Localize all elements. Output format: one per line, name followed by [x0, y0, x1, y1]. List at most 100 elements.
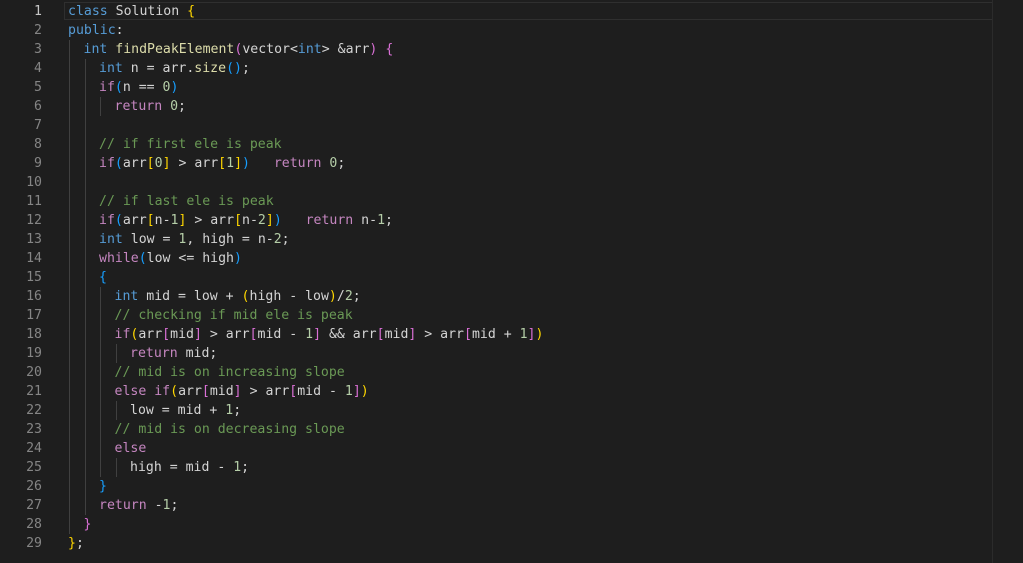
code-line[interactable]: int low = 1, high = n-2; — [68, 230, 1023, 249]
indent-guide — [69, 477, 70, 496]
code-line[interactable]: return mid; — [68, 344, 1023, 363]
code-line[interactable]: { — [68, 268, 1023, 287]
code-token: 2 — [273, 232, 282, 247]
code-line[interactable]: low = mid + 1; — [68, 401, 1023, 420]
code-line[interactable]: // if last ele is peak — [68, 192, 1023, 211]
code-token: ( — [170, 384, 179, 399]
code-line[interactable]: class Solution { — [64, 2, 1023, 21]
code-line[interactable] — [68, 116, 1023, 135]
code-text: int n = arr.size(); — [99, 61, 250, 76]
code-line[interactable]: if(arr[0] > arr[1]) return 0; — [68, 154, 1023, 173]
code-token: n- — [154, 213, 171, 228]
code-line[interactable]: // checking if mid ele is peak — [68, 306, 1023, 325]
code-line[interactable]: } — [68, 477, 1023, 496]
indent-guide — [100, 287, 101, 306]
code-token: ) — [328, 289, 337, 304]
code-area[interactable]: class Solution {public: int findPeakEleme… — [64, 2, 1023, 553]
code-token: low = — [122, 232, 179, 247]
code-line[interactable]: int mid = low + (high - low)/2; — [68, 287, 1023, 306]
line-number: 22 — [26, 403, 42, 418]
indent-guide — [84, 458, 86, 477]
code-token: arr — [345, 42, 370, 57]
code-line[interactable]: } — [68, 515, 1023, 534]
code-token: ] — [234, 156, 243, 171]
code-token: arr — [138, 327, 163, 342]
code-token: { — [99, 270, 107, 285]
code-text: }; — [68, 536, 84, 551]
code-token: n = arr. — [122, 61, 195, 76]
indent-guide — [100, 382, 101, 401]
code-token: : — [115, 23, 124, 38]
indent-guide — [100, 344, 101, 363]
code-line[interactable]: return -1; — [68, 496, 1023, 515]
indent-guide — [84, 306, 86, 325]
code-token: { — [187, 4, 196, 19]
line-number: 3 — [34, 42, 42, 57]
code-line[interactable]: // if first ele is peak — [68, 135, 1023, 154]
code-line[interactable]: while(low <= high) — [68, 249, 1023, 268]
code-line[interactable]: public: — [68, 21, 1023, 40]
code-line[interactable]: if(arr[mid] > arr[mid - 1] && arr[mid] >… — [68, 325, 1023, 344]
indent-guide — [69, 325, 70, 344]
code-token: 2 — [257, 213, 266, 228]
code-editor[interactable]: 1 2 3 4 5 6 7 8 9 10 11 12 13 14 15 16 17 18 19 20 21 22 23 24 2… — [0, 0, 1023, 563]
code-line[interactable]: int n = arr.size(); — [68, 59, 1023, 78]
code-line[interactable]: if(n == 0) — [68, 78, 1023, 97]
code-token: int — [99, 232, 123, 247]
line-number: 23 — [26, 422, 42, 437]
indent-guide — [84, 154, 86, 173]
code-text: return mid; — [130, 346, 217, 361]
indent-guide — [100, 97, 101, 116]
code-token: ( — [241, 289, 250, 304]
code-token: ; — [75, 536, 84, 551]
indent-guide — [69, 211, 70, 230]
code-token: 1 — [305, 327, 314, 342]
code-token: , high = n- — [186, 232, 274, 247]
code-text: return 0; — [115, 99, 187, 114]
code-token: // mid is on decreasing slope — [114, 422, 345, 437]
code-line[interactable]: return 0; — [68, 97, 1023, 116]
code-line[interactable]: else if(arr[mid] > arr[mid - 1]) — [68, 382, 1023, 401]
code-line[interactable]: int findPeakElement(vector<int> &arr) { — [68, 40, 1023, 59]
code-token: low = mid + — [130, 403, 226, 418]
code-token: 0 — [170, 99, 179, 114]
code-line[interactable]: if(arr[n-1] > arr[n-2]) return n-1; — [68, 211, 1023, 230]
code-token: if — [114, 327, 131, 342]
indent-guide — [84, 230, 86, 249]
code-token: 2 — [344, 289, 353, 304]
indent-guide — [115, 401, 117, 420]
code-token: ) — [170, 80, 179, 95]
vertical-scrollbar[interactable] — [993, 0, 1023, 563]
code-token: [ — [249, 327, 258, 342]
code-token: // if first ele is peak — [99, 137, 282, 152]
code-token: } — [99, 479, 107, 494]
code-token: ] — [162, 156, 171, 171]
code-line[interactable] — [68, 173, 1023, 192]
indent-guide — [69, 97, 70, 116]
code-token: 1 — [233, 460, 242, 475]
code-text: int findPeakElement(vector<int> &arr) { — [84, 42, 394, 57]
line-number: 2 — [34, 23, 42, 38]
code-line[interactable]: }; — [68, 534, 1023, 553]
code-text: if(arr[n-1] > arr[n-2]) return n-1; — [99, 213, 393, 228]
line-number: 7 — [34, 118, 42, 133]
code-text: // if last ele is peak — [99, 194, 274, 209]
code-token: ] — [233, 384, 242, 399]
code-line[interactable]: // mid is on increasing slope — [68, 363, 1023, 382]
line-number: 14 — [26, 251, 42, 266]
code-token: int — [114, 289, 139, 304]
code-token: 0 — [162, 80, 171, 95]
line-number: 4 — [34, 61, 42, 76]
indent-guide — [84, 420, 86, 439]
code-line[interactable]: // mid is on decreasing slope — [68, 420, 1023, 439]
code-text: while(low <= high) — [99, 251, 242, 266]
code-token: ] — [527, 327, 536, 342]
line-number: 15 — [26, 270, 42, 285]
code-line[interactable]: high = mid - 1; — [68, 458, 1023, 477]
indent-guide — [69, 458, 70, 477]
code-token: 0 — [154, 156, 163, 171]
code-text: { — [99, 270, 107, 285]
code-line[interactable]: else — [68, 439, 1023, 458]
indent-guide — [84, 97, 86, 116]
